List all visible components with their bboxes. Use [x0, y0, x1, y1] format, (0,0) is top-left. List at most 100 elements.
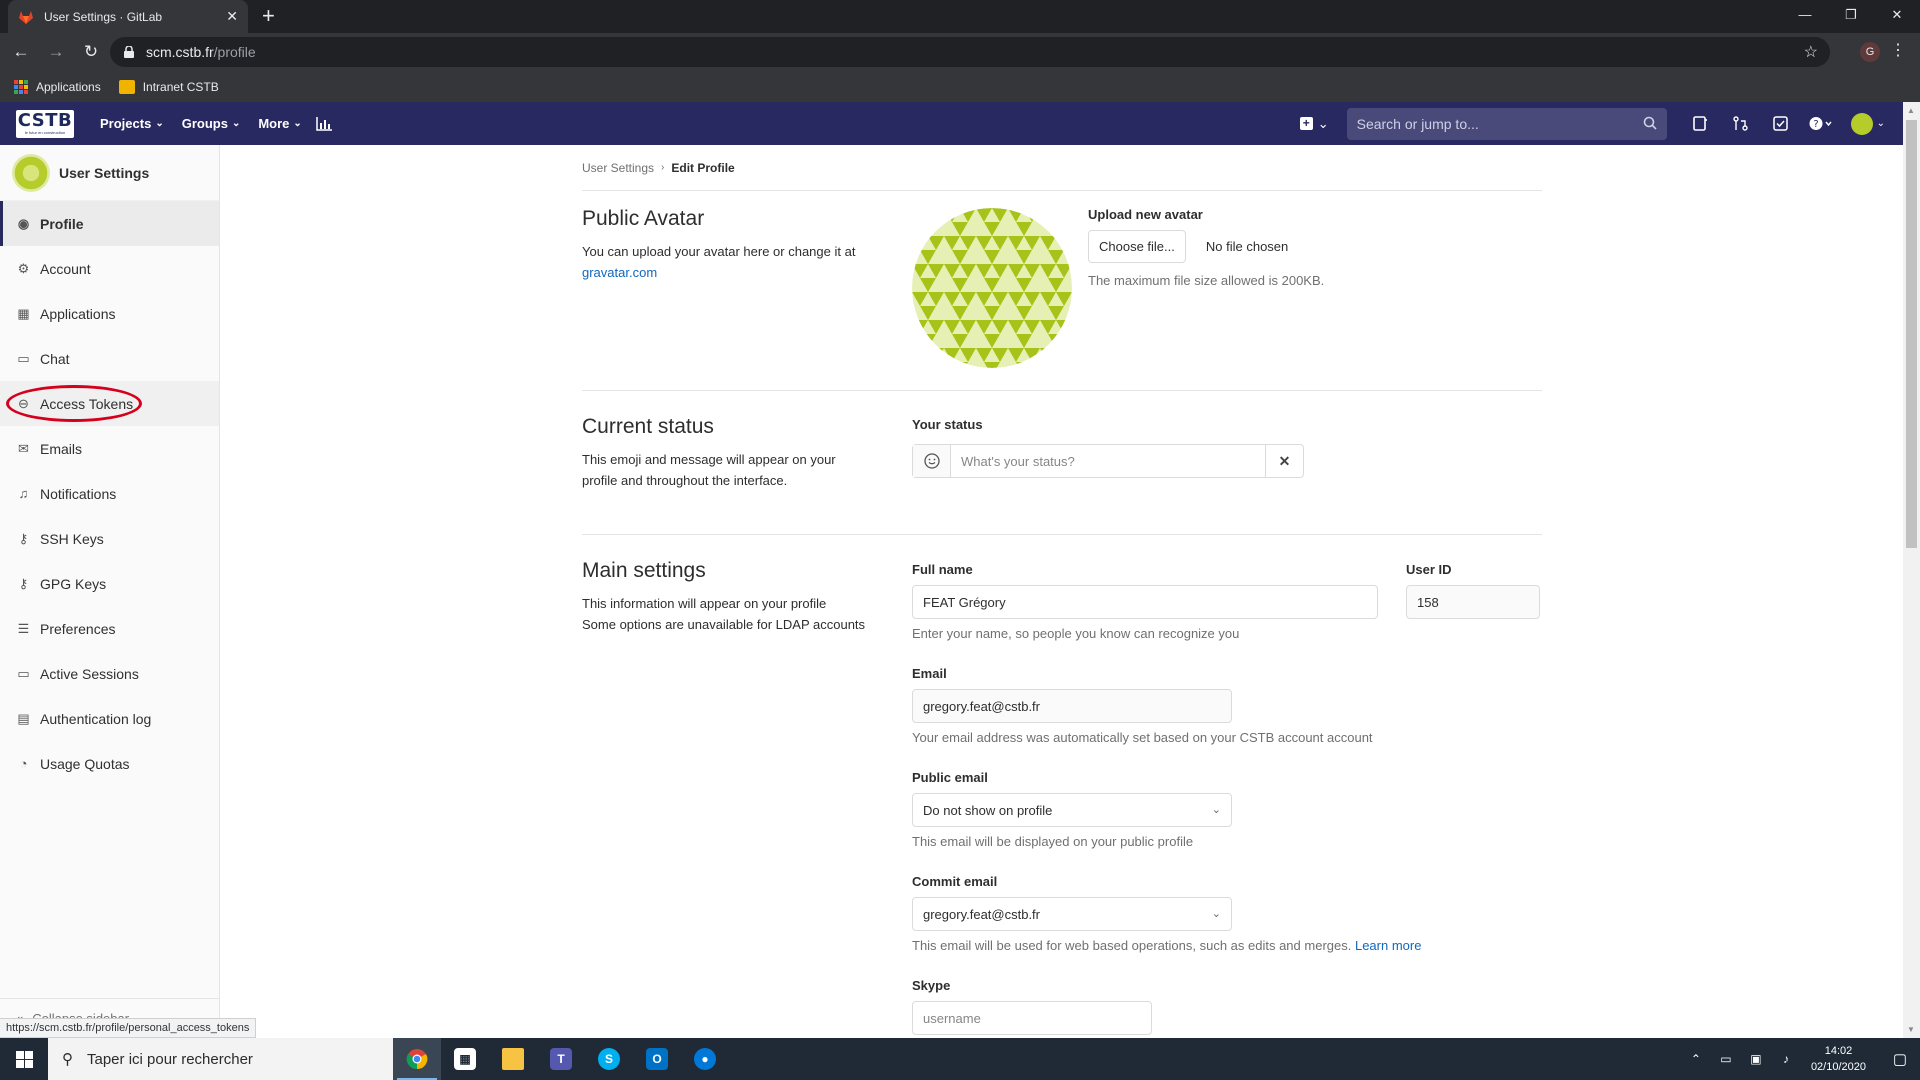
logo-text: CSTB: [17, 110, 73, 131]
email-help: Your email address was automatically set…: [912, 730, 1373, 745]
url-field[interactable]: scm.cstb.fr/profile ☆: [110, 37, 1830, 67]
sidebar-item-account[interactable]: ⚙ Account: [0, 246, 219, 291]
scroll-up-arrow-icon[interactable]: ▲: [1907, 106, 1915, 115]
taskbar-skype[interactable]: S: [585, 1038, 633, 1080]
clock-date: 02/10/2020: [1810, 1061, 1866, 1073]
scrollbar-thumb[interactable]: [1906, 120, 1917, 548]
page-scrollbar[interactable]: ▲ ▼: [1903, 102, 1920, 1038]
taskbar-outlook[interactable]: O: [633, 1038, 681, 1080]
apps-grid-icon: [14, 79, 28, 94]
browser-menu-icon[interactable]: ⋮: [1890, 40, 1906, 60]
browser-profile-avatar[interactable]: G: [1860, 42, 1880, 62]
todo-panel-icon[interactable]: [1681, 116, 1721, 131]
user-id-value: 158: [1417, 594, 1439, 610]
menu-projects[interactable]: Projects ⌄: [100, 116, 164, 131]
sidebar-item-ssh-keys[interactable]: ⚷ SSH Keys: [0, 516, 219, 561]
windows-start-button[interactable]: [0, 1038, 48, 1080]
sidebar-item-applications[interactable]: ▦ Applications: [0, 291, 219, 336]
sidebar-item-label: Active Sessions: [40, 665, 139, 682]
main-settings-desc-2: Some options are unavailable for LDAP ac…: [582, 617, 866, 632]
chevron-up-icon[interactable]: ⌃: [1681, 1052, 1711, 1066]
breadcrumb-current[interactable]: Edit Profile: [671, 161, 734, 175]
full-name-value: FEAT Grégory: [923, 594, 1006, 610]
taskbar-store[interactable]: ▦: [441, 1038, 489, 1080]
sidebar-item-authentication-log[interactable]: ▤ Authentication log: [0, 696, 219, 741]
reload-icon[interactable]: ↻: [77, 42, 105, 62]
public-email-select[interactable]: Do not show on profile ⌄: [912, 793, 1232, 827]
sidebar-item-label: Chat: [40, 350, 70, 367]
taskbar-clock[interactable]: 14:02 02/10/2020: [1811, 1043, 1866, 1075]
skype-input[interactable]: username: [912, 1001, 1152, 1035]
email-input[interactable]: gregory.feat@cstb.fr: [912, 689, 1232, 723]
no-file-text: No file chosen: [1205, 239, 1289, 254]
sidebar-item-access-tokens[interactable]: ⊖ Access Tokens: [0, 381, 219, 426]
taskbar-maps[interactable]: ●: [681, 1038, 729, 1080]
tab-close-icon[interactable]: ✕: [226, 8, 238, 25]
log-icon: ▤: [17, 710, 30, 726]
sidebar-item-label: Access Tokens: [40, 395, 134, 412]
sidebar-item-label: Account: [40, 260, 91, 277]
skype-icon: S: [598, 1048, 620, 1070]
bookmark-intranet[interactable]: Intranet CSTB: [118, 79, 219, 94]
menu-groups[interactable]: Groups ⌄: [182, 116, 241, 131]
bookmark-star-icon[interactable]: ☆: [1804, 42, 1818, 62]
chevron-down-icon[interactable]: ⌄: [1877, 118, 1885, 129]
breadcrumb-parent[interactable]: User Settings: [582, 161, 654, 175]
sidebar-item-gpg-keys[interactable]: ⚷ GPG Keys: [0, 561, 219, 606]
status-description: This emoji and message will appear on yo…: [582, 452, 836, 488]
taskbar-search-input[interactable]: ⚲ Taper ici pour rechercher: [48, 1038, 393, 1080]
status-message-input[interactable]: What's your status?: [951, 445, 1265, 477]
menu-more[interactable]: More ⌄: [258, 116, 301, 131]
sidebar-item-chat[interactable]: ▭ Chat: [0, 336, 219, 381]
sidebar-item-emails[interactable]: ✉ Emails: [0, 426, 219, 471]
restore-icon[interactable]: ❐: [1828, 0, 1874, 33]
notification-center-icon[interactable]: ▢: [1880, 1050, 1920, 1068]
bookmark-applications[interactable]: Applications: [14, 79, 101, 94]
sidebar-item-preferences[interactable]: ☰ Preferences: [0, 606, 219, 651]
user-id-input[interactable]: 158: [1406, 585, 1540, 619]
clear-status-button[interactable]: ✕: [1265, 445, 1303, 477]
menu-label: Groups: [181, 116, 228, 131]
activity-chart-icon[interactable]: [316, 116, 332, 131]
close-window-icon[interactable]: ✕: [1874, 0, 1920, 33]
help-icon[interactable]: ?: [1801, 116, 1841, 131]
new-tab-button[interactable]: +: [262, 5, 275, 27]
network-icon[interactable]: ▣: [1741, 1052, 1771, 1066]
choose-file-button[interactable]: Choose file...: [1088, 230, 1186, 263]
cstb-logo[interactable]: CSTB le futur en construction: [16, 109, 74, 138]
sidebar-header[interactable]: User Settings: [0, 145, 219, 201]
folder-icon: [502, 1048, 524, 1070]
emoji-button[interactable]: [913, 445, 951, 477]
search-input[interactable]: Search or jump to...: [1346, 107, 1667, 140]
sidebar-item-active-sessions[interactable]: ▭ Active Sessions: [0, 651, 219, 696]
bookmark-label: Intranet CSTB: [142, 79, 219, 94]
browser-tab[interactable]: User Settings · GitLab ✕: [8, 0, 248, 33]
scroll-down-arrow-icon[interactable]: ▼: [1907, 1025, 1915, 1034]
taskbar-explorer[interactable]: [489, 1038, 537, 1080]
todos-check-icon[interactable]: [1761, 116, 1801, 131]
forward-icon[interactable]: →: [42, 42, 70, 62]
taskbar-search-placeholder: Taper ici pour rechercher: [87, 1050, 253, 1068]
back-icon[interactable]: ←: [7, 42, 35, 62]
browser-tab-bar: User Settings · GitLab ✕ + — ❐ ✕: [0, 0, 1920, 33]
chevron-down-icon: ⌄: [155, 118, 164, 129]
sidebar-item-profile[interactable]: ◉ Profile: [0, 201, 219, 246]
user-avatar[interactable]: [1850, 112, 1873, 135]
new-dropdown[interactable]: + ⌄: [1299, 116, 1329, 132]
minimize-icon[interactable]: —: [1782, 0, 1828, 33]
sidebar-item-notifications[interactable]: ♫ Notifications: [0, 471, 219, 516]
applications-grid-icon: ▦: [17, 305, 30, 321]
taskbar-chrome[interactable]: [393, 1038, 441, 1080]
merge-request-icon[interactable]: [1721, 116, 1761, 131]
commit-email-select[interactable]: gregory.feat@cstb.fr ⌄: [912, 897, 1232, 931]
sidebar-item-usage-quotas[interactable]: ◔ Usage Quotas: [0, 741, 219, 786]
taskbar-teams[interactable]: T: [537, 1038, 585, 1080]
comment-icon: ▭: [17, 350, 30, 366]
volume-icon[interactable]: ♪: [1771, 1052, 1801, 1066]
learn-more-link[interactable]: Learn more: [1355, 938, 1421, 953]
battery-icon[interactable]: ▭: [1711, 1052, 1741, 1066]
chevron-down-icon: ⌄: [231, 118, 241, 129]
chevron-down-icon: ⌄: [1211, 908, 1221, 920]
full-name-input[interactable]: FEAT Grégory: [912, 585, 1378, 619]
gravatar-link[interactable]: gravatar.com: [582, 265, 657, 280]
